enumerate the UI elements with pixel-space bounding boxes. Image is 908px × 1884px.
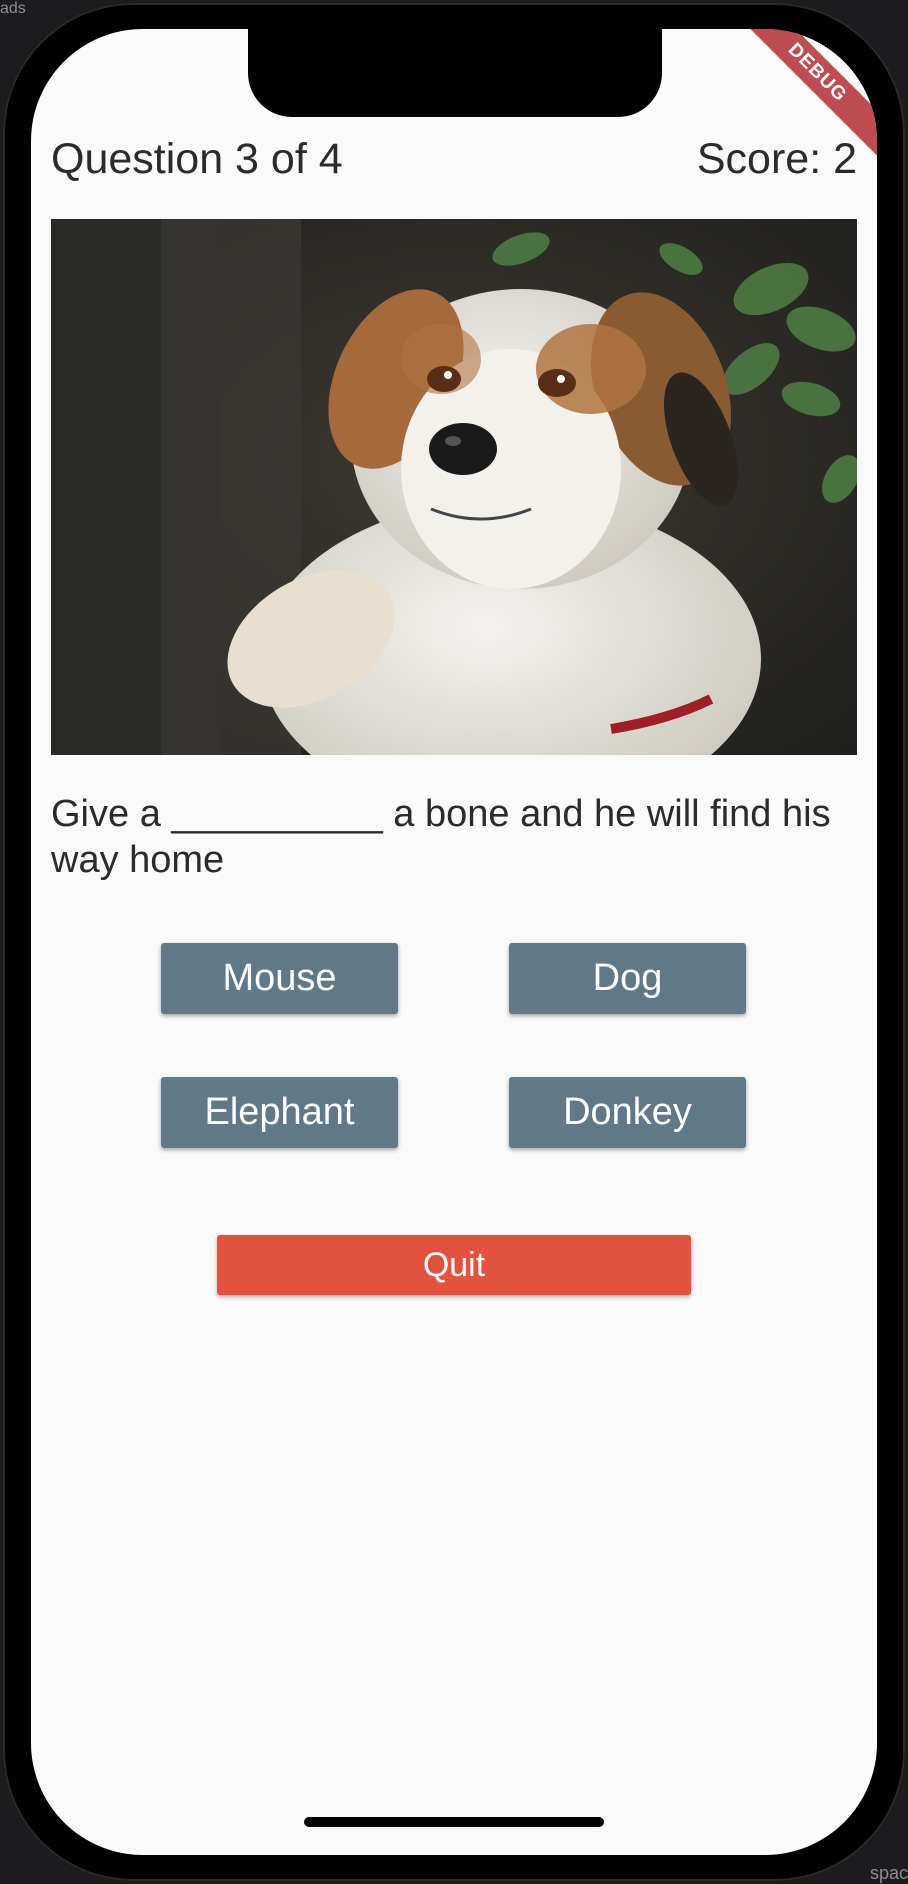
- answer-button-mouse[interactable]: Mouse: [161, 943, 398, 1014]
- answer-button-dog[interactable]: Dog: [509, 943, 746, 1014]
- wifi-icon: [758, 73, 790, 95]
- quiz-header: Question 3 of 4 Score: 2: [51, 129, 857, 189]
- score-label: Score: 2: [696, 134, 857, 183]
- question-progress: Question 3 of 4: [51, 134, 343, 183]
- host-window-label: ads: [0, 0, 26, 17]
- app-screen: 6:08 DEBUG Question 3 of 4 Score: 2 Give…: [31, 29, 877, 1855]
- answer-button-donkey[interactable]: Donkey: [509, 1077, 746, 1148]
- dog-photo: [51, 219, 857, 755]
- phone-frame: 6:08 DEBUG Question 3 of 4 Score: 2 Give…: [3, 3, 905, 1881]
- question-text: Give a __________ a bone and he will fin…: [51, 793, 831, 881]
- notch: [248, 29, 662, 117]
- home-indicator[interactable]: [304, 1817, 604, 1827]
- answer-button-elephant[interactable]: Elephant: [161, 1077, 398, 1148]
- quit-button[interactable]: Quit: [217, 1235, 691, 1295]
- status-time: 6:08: [117, 59, 186, 97]
- question-image: [51, 219, 857, 755]
- host-window-label-bottom: spac: [869, 1863, 908, 1883]
